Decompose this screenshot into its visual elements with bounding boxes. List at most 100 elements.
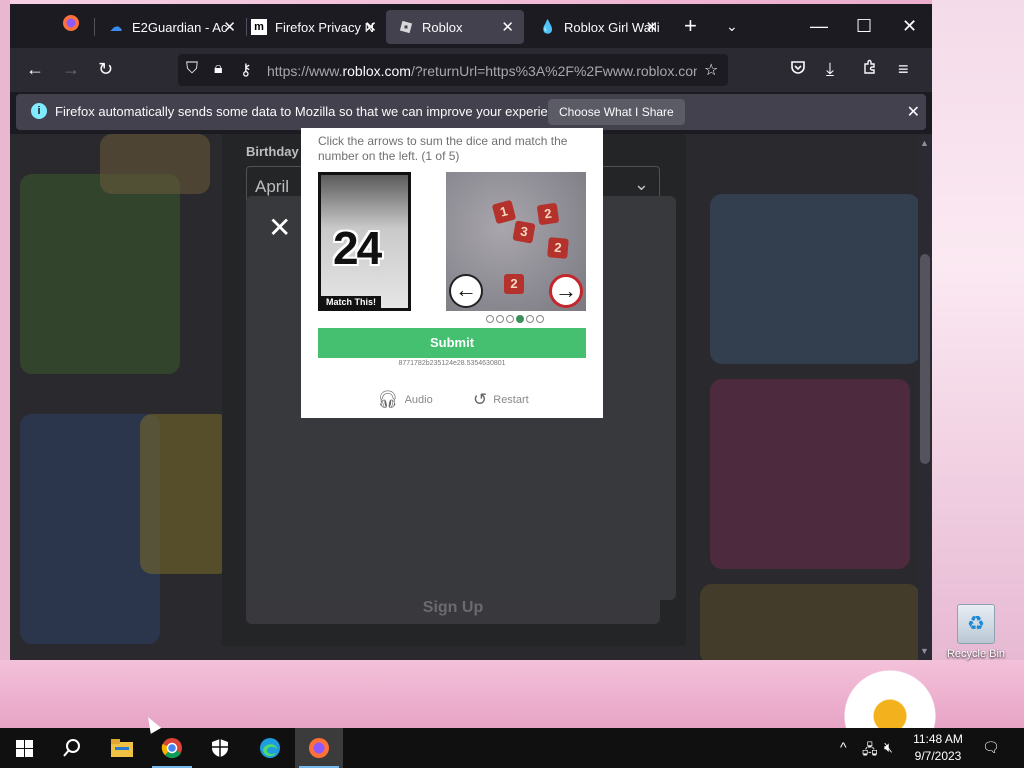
restart-label: Restart — [493, 394, 529, 406]
back-icon[interactable]: ← — [26, 59, 44, 79]
roblox-icon — [398, 19, 414, 35]
url-host: roblox.com — [342, 63, 411, 79]
chevron-down-icon: ⌄ — [633, 174, 649, 194]
captcha-instruction: Click the arrows to sum the dice and mat… — [318, 134, 568, 163]
search-icon[interactable] — [48, 728, 96, 768]
list-tabs-chevron-icon[interactable]: ⌄ — [726, 16, 738, 36]
restart-button[interactable]: ↺ Restart — [473, 390, 529, 410]
edge-icon[interactable] — [246, 728, 294, 768]
birthday-label: Birthday — [246, 144, 299, 159]
system-clock[interactable]: 11:48 AM 9/7/2023 — [906, 731, 970, 765]
choose-what-i-share-button[interactable]: Choose What I Share — [548, 99, 685, 125]
notifications-icon[interactable]: 🗨︎ — [982, 739, 1000, 756]
progress-dot — [526, 315, 534, 323]
next-arrow-button[interactable]: → — [549, 274, 583, 308]
minimize-icon[interactable]: — — [810, 16, 828, 36]
close-notification-icon[interactable]: ✕ — [907, 102, 920, 122]
tab-title: Firefox Privacy N — [275, 19, 374, 35]
recycle-bin-label: Recycle Bin — [946, 648, 1006, 660]
extensions-icon[interactable] — [862, 59, 878, 79]
background-tile — [100, 134, 210, 194]
close-tab-icon[interactable]: ✕ — [364, 18, 377, 36]
info-icon: i — [31, 103, 47, 119]
navigation-toolbar: ← → ↻ ⛉ 🔒︎ ⚷ https://www.roblox.com/?ret… — [10, 48, 932, 92]
clock-date: 9/7/2023 — [914, 749, 962, 763]
submit-button[interactable]: Submit — [318, 328, 586, 358]
new-tab-icon[interactable]: + — [684, 15, 697, 37]
permissions-key-icon[interactable]: ⚷ — [240, 60, 252, 80]
start-windows-icon[interactable] — [0, 728, 48, 768]
drop-icon: 💧 — [539, 19, 557, 34]
background-tile — [20, 174, 180, 374]
progress-dot — [516, 315, 524, 323]
recycle-bin-icon: ♻ — [957, 604, 995, 644]
tab-roblox-wallpaper[interactable]: 💧 Roblox Girl Walli ✕ — [528, 10, 668, 44]
captcha-panel: Click the arrows to sum the dice and mat… — [301, 128, 603, 418]
show-hidden-icons-chevron-icon[interactable]: ^ — [840, 739, 847, 755]
file-explorer-icon[interactable] — [98, 728, 146, 768]
url-bar[interactable]: ⛉ 🔒︎ ⚷ https://www.roblox.com/?returnUrl… — [178, 54, 728, 86]
tab-e2guardian[interactable]: ☁ E2Guardian - Ac ✕ — [96, 10, 246, 44]
mozilla-m-icon: m — [251, 19, 267, 35]
close-modal-icon[interactable]: ✕ — [268, 214, 291, 242]
progress-dot — [496, 315, 504, 323]
clock-time: 11:48 AM — [913, 732, 963, 746]
bookmark-star-icon[interactable]: ☆ — [704, 60, 718, 80]
previous-arrow-button[interactable]: ← — [449, 274, 483, 308]
tab-firefox-privacy[interactable]: m Firefox Privacy N ✕ — [239, 10, 387, 44]
audio-button[interactable]: 🎧︎ Audio — [377, 390, 433, 410]
url-path: /?returnUrl=https%3A%2F%2Fwww.roblox.com — [410, 63, 697, 79]
firefox-menu-icon[interactable] — [62, 14, 80, 36]
network-icon[interactable]: 🖧︎ — [862, 739, 878, 763]
lock-icon[interactable]: 🔒︎ — [214, 60, 223, 78]
close-tab-icon[interactable]: ✕ — [645, 18, 658, 36]
die: 2 — [536, 202, 560, 226]
url-text[interactable]: https://www.roblox.com/?returnUrl=https%… — [267, 63, 697, 79]
pocket-icon[interactable] — [790, 59, 806, 79]
page-scrollbar[interactable]: ▲ ▼ — [918, 134, 932, 660]
maximize-icon[interactable]: ☐ — [856, 16, 872, 36]
progress-dot — [486, 315, 494, 323]
cloud-icon: ☁ — [109, 19, 123, 34]
tab-bar: ☁ E2Guardian - Ac ✕ m Firefox Privacy N … — [10, 4, 932, 48]
telemetry-notification-bar: i Firefox automatically sends some data … — [16, 94, 926, 130]
reload-icon[interactable]: ↻ — [98, 59, 113, 79]
windows-security-shield-icon[interactable] — [196, 728, 244, 768]
progress-dots — [486, 315, 544, 323]
tracking-shield-icon[interactable]: ⛉ — [186, 60, 198, 78]
progress-dot — [506, 315, 514, 323]
recycle-bin[interactable]: ♻ Recycle Bin — [944, 604, 1008, 660]
die: 2 — [547, 237, 569, 259]
headphones-icon: 🎧︎ — [377, 390, 399, 409]
firefox-taskbar-icon[interactable] — [295, 728, 343, 768]
background-tile — [20, 414, 160, 644]
match-target-image: 24 Match This! — [318, 172, 411, 311]
scroll-down-icon[interactable]: ▼ — [920, 646, 929, 656]
session-id: 8771782b235124e28.5354630801 — [398, 360, 506, 367]
background-tile — [710, 194, 918, 364]
volume-muted-icon[interactable]: 🔇︎ — [884, 739, 893, 756]
tab-title: E2Guardian - Ac — [132, 19, 228, 35]
close-tab-icon[interactable]: ✕ — [223, 18, 236, 36]
forward-icon[interactable]: → — [62, 59, 80, 79]
url-prefix: https://www. — [267, 63, 343, 79]
die: 1 — [491, 199, 517, 225]
chrome-icon[interactable] — [148, 728, 196, 768]
background-tile — [700, 584, 918, 660]
match-this-label: Match This! — [321, 296, 382, 308]
scroll-up-icon[interactable]: ▲ — [920, 138, 929, 148]
window-close-icon[interactable]: ✕ — [902, 16, 917, 36]
background-tile — [710, 379, 910, 569]
app-menu-hamburger-icon[interactable]: ≡ — [898, 59, 909, 79]
downloads-icon[interactable]: ⤓ — [826, 59, 834, 79]
tab-roblox[interactable]: Roblox ✕ — [386, 10, 524, 44]
match-number: 24 — [333, 222, 382, 274]
die: 3 — [512, 220, 536, 244]
scroll-thumb[interactable] — [920, 254, 930, 464]
taskbar: ^ 🖧︎ 🔇︎ 11:48 AM 9/7/2023 🗨︎ — [0, 728, 1024, 768]
progress-dot — [536, 315, 544, 323]
die: 2 — [504, 274, 524, 294]
restart-icon: ↺ — [473, 390, 488, 409]
audio-label: Audio — [404, 394, 433, 406]
close-tab-icon[interactable]: ✕ — [501, 18, 514, 36]
